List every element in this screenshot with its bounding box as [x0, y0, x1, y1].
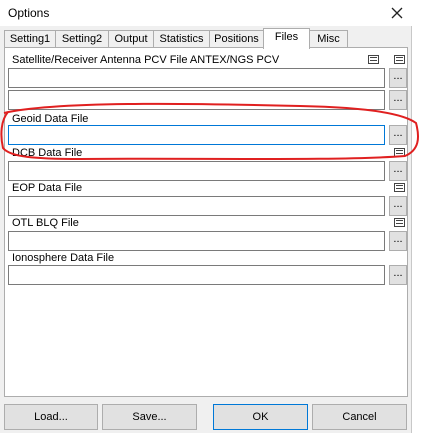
geoid-browse-button[interactable]: ... — [389, 125, 407, 145]
window-title: Options — [8, 6, 50, 20]
geoid-label: Geoid Data File — [12, 113, 89, 125]
button-bar: Load... Save... OK Cancel — [0, 402, 412, 433]
antenna-pcv-receiver-browse-button[interactable]: ... — [389, 90, 407, 110]
view-file-icon[interactable] — [394, 183, 405, 192]
view-file-icon[interactable] — [394, 148, 405, 157]
ionosphere-browse-button[interactable]: ... — [389, 265, 407, 285]
save-button[interactable]: Save... — [102, 404, 197, 430]
geoid-file-input[interactable] — [8, 125, 385, 145]
files-tab-panel: Satellite/Receiver Antenna PCV File ANTE… — [4, 47, 408, 397]
cancel-button[interactable]: Cancel — [312, 404, 407, 430]
dcb-browse-button[interactable]: ... — [389, 161, 407, 181]
eop-browse-button[interactable]: ... — [389, 196, 407, 216]
dcb-file-input[interactable] — [8, 161, 385, 181]
antenna-pcv-satellite-input[interactable] — [8, 68, 385, 88]
ionosphere-label: Ionosphere Data File — [12, 252, 115, 264]
antenna-pcv-satellite-browse-button[interactable]: ... — [389, 68, 407, 88]
tab-setting1[interactable]: Setting1 — [4, 30, 56, 48]
otl-file-input[interactable] — [8, 231, 385, 251]
tab-setting2[interactable]: Setting2 — [55, 30, 109, 48]
dcb-label: DCB Data File — [12, 147, 83, 159]
antenna-pcv-receiver-input[interactable] — [8, 90, 385, 110]
options-dialog: Options Setting1 Setting2 Output Statist… — [0, 0, 412, 433]
view-file-icon[interactable] — [368, 55, 379, 64]
eop-file-input[interactable] — [8, 196, 385, 216]
ok-button[interactable]: OK — [213, 404, 308, 430]
tab-bar: Setting1 Setting2 Output Statistics Posi… — [4, 28, 408, 49]
otl-browse-button[interactable]: ... — [389, 231, 407, 251]
antenna-pcv-label: Satellite/Receiver Antenna PCV File ANTE… — [12, 54, 280, 66]
otl-label: OTL BLQ File — [12, 217, 79, 229]
view-file-icon[interactable] — [394, 218, 405, 227]
tab-output[interactable]: Output — [108, 30, 154, 48]
tab-files[interactable]: Files — [263, 28, 310, 49]
tab-positions[interactable]: Positions — [209, 30, 264, 48]
title-bar: Options — [0, 0, 412, 26]
close-button[interactable] — [382, 0, 412, 26]
tab-statistics[interactable]: Statistics — [153, 30, 210, 48]
ionosphere-file-input[interactable] — [8, 265, 385, 285]
eop-label: EOP Data File — [12, 182, 83, 194]
view-file-icon[interactable] — [394, 55, 405, 64]
load-button[interactable]: Load... — [4, 404, 98, 430]
tab-misc[interactable]: Misc — [309, 30, 348, 48]
close-icon — [391, 7, 403, 19]
